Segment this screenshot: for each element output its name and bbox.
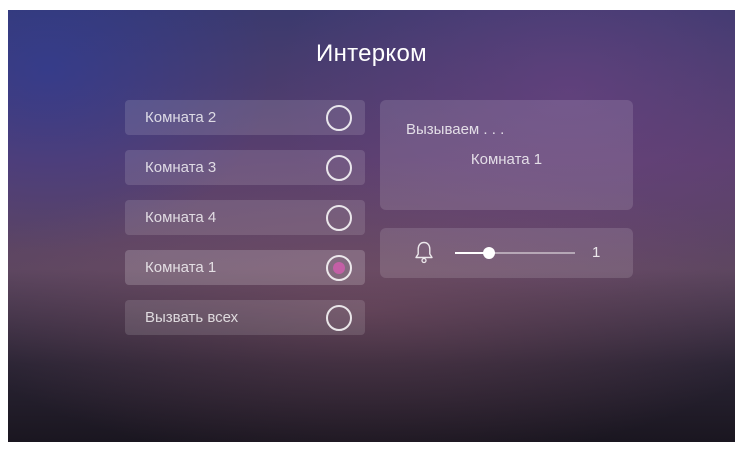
room-radio[interactable]: [326, 305, 352, 331]
page-title: Интерком: [316, 40, 427, 67]
room-option-3[interactable]: Комната 3: [125, 150, 365, 185]
volume-value: 1: [592, 244, 601, 261]
room-label: Комната 3: [145, 159, 217, 176]
intercom-screen: Интерком Комната 2 Комната 3 Комната 4 К…: [8, 10, 735, 442]
call-all-option[interactable]: Вызвать всех: [125, 300, 365, 335]
room-radio-selected[interactable]: [326, 255, 352, 281]
volume-slider[interactable]: [455, 247, 575, 259]
call-target-text: Комната 1: [470, 151, 543, 168]
room-radio[interactable]: [326, 155, 352, 181]
room-option-2[interactable]: Комната 2: [125, 100, 365, 135]
volume-slider-thumb[interactable]: [482, 247, 495, 259]
room-option-4[interactable]: Комната 4: [125, 200, 365, 235]
volume-panel: 1: [380, 228, 633, 278]
call-status-text: Вызываем . . .: [406, 121, 505, 138]
room-radio[interactable]: [326, 105, 352, 131]
room-radio[interactable]: [326, 205, 352, 231]
room-label: Комната 1: [145, 259, 217, 276]
room-label: Вызвать всех: [145, 309, 239, 326]
room-option-1[interactable]: Комната 1: [125, 250, 365, 285]
room-label: Комната 2: [145, 109, 217, 126]
bell-icon: [415, 241, 433, 264]
room-label: Комната 4: [145, 209, 217, 226]
room-list: Комната 2 Комната 3 Комната 4 Комната 1 …: [125, 100, 365, 350]
call-status-panel: Вызываем . . . Комната 1: [380, 100, 633, 210]
